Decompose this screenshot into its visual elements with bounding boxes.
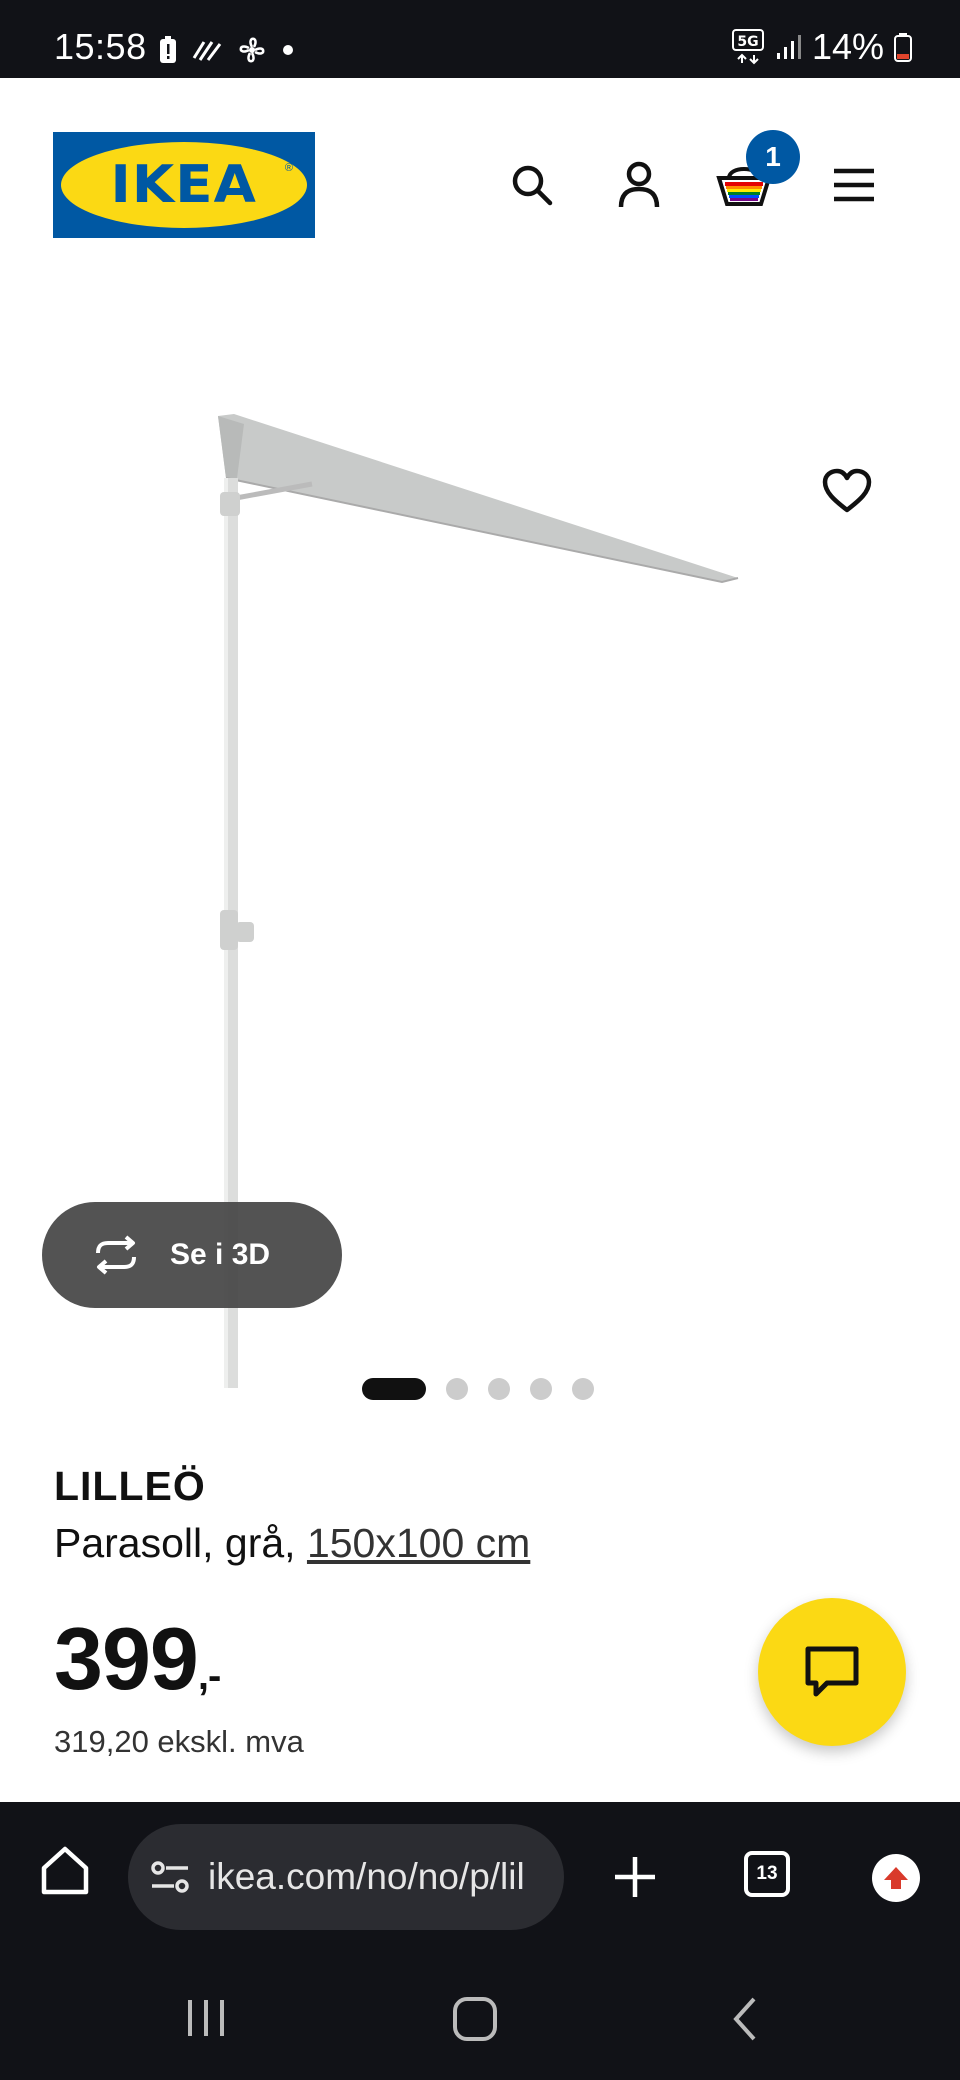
menu-button[interactable] <box>822 153 886 217</box>
user-icon <box>618 161 660 208</box>
data-saver-icon <box>192 41 222 61</box>
product-info: LILLEÖ Parasoll, grå, 150x100 cm <box>54 1463 530 1567</box>
back-button[interactable] <box>730 1996 760 2047</box>
product-size-link[interactable]: 150x100 cm <box>307 1520 530 1566</box>
rotate-3d-icon <box>96 1235 136 1275</box>
tab-switcher-button[interactable]: 13 <box>744 1851 790 1897</box>
home-button[interactable] <box>40 1844 90 1901</box>
price-suffix: ,- <box>197 1654 221 1698</box>
chat-icon <box>805 1646 859 1697</box>
search-button[interactable] <box>500 153 564 217</box>
product-image-gallery[interactable]: Se i 3D <box>0 288 960 1400</box>
system-nav-bar <box>0 1952 960 2080</box>
product-description: Parasoll, grå, 150x100 cm <box>54 1520 530 1567</box>
favorite-button[interactable] <box>822 468 872 519</box>
account-button[interactable] <box>607 153 671 217</box>
network-5g-icon: 5G <box>731 29 764 65</box>
fan-icon <box>239 37 265 63</box>
new-tab-button[interactable] <box>612 1854 658 1905</box>
update-button[interactable] <box>872 1854 920 1902</box>
svg-text:5G: 5G <box>737 34 758 50</box>
logo-oval: IKEA <box>61 142 307 228</box>
site-settings-icon[interactable] <box>150 1860 190 1894</box>
battery-alert-icon <box>160 36 176 63</box>
pagination-dot[interactable] <box>362 1378 426 1400</box>
url-text: ikea.com/no/no/p/lil <box>208 1856 525 1897</box>
status-right: 5G 14% <box>731 26 912 68</box>
address-bar[interactable]: ikea.com/no/no/p/lil <box>128 1824 564 1930</box>
home-icon <box>41 1846 89 1895</box>
plus-icon <box>615 1857 655 1897</box>
pagination-dot[interactable] <box>530 1378 552 1400</box>
price-ex-vat: 319,20 ekskl. mva <box>54 1724 304 1759</box>
status-bar: 15:58 5G 14% <box>0 0 960 78</box>
site-header: IKEA ® 1 <box>0 78 960 288</box>
search-icon <box>512 165 553 206</box>
dot-icon <box>283 45 293 55</box>
web-page: IKEA ® 1 Se i 3D LILLEÖ Parasoll, grå, 1… <box>0 78 960 1802</box>
battery-percent: 14% <box>811 26 884 67</box>
view-3d-button[interactable]: Se i 3D <box>42 1202 342 1308</box>
battery-icon <box>894 33 912 62</box>
hamburger-menu-icon <box>834 168 874 202</box>
product-type: Parasoll, grå, <box>54 1520 307 1566</box>
gallery-pagination <box>362 1378 594 1400</box>
price-main: 399 <box>54 1609 199 1708</box>
signal-icon <box>776 35 801 59</box>
pagination-dot[interactable] <box>446 1378 468 1400</box>
home-nav-button[interactable] <box>452 1996 498 2047</box>
product-name: LILLEÖ <box>54 1463 206 1509</box>
browser-toolbar: ikea.com/no/no/p/lil 13 <box>0 1802 960 1952</box>
view-3d-label: Se i 3D <box>170 1238 271 1271</box>
registered-mark: ® <box>284 162 293 174</box>
recents-button[interactable] <box>184 1996 228 2045</box>
home-nav-icon <box>453 1997 497 2041</box>
status-time: 15:58 <box>54 26 147 67</box>
recents-icon <box>188 2000 224 2036</box>
back-chevron-icon <box>733 1997 756 2041</box>
product-price: 399,- <box>54 1608 221 1710</box>
pagination-dot[interactable] <box>488 1378 510 1400</box>
logo-text: IKEA <box>110 155 258 215</box>
cart-count-badge: 1 <box>746 130 800 184</box>
chat-button[interactable] <box>758 1598 906 1746</box>
arrow-up-icon <box>884 1867 908 1889</box>
ikea-logo[interactable]: IKEA ® <box>53 132 315 238</box>
pagination-dot[interactable] <box>572 1378 594 1400</box>
heart-icon <box>822 468 872 513</box>
status-notification-icons <box>158 34 294 66</box>
